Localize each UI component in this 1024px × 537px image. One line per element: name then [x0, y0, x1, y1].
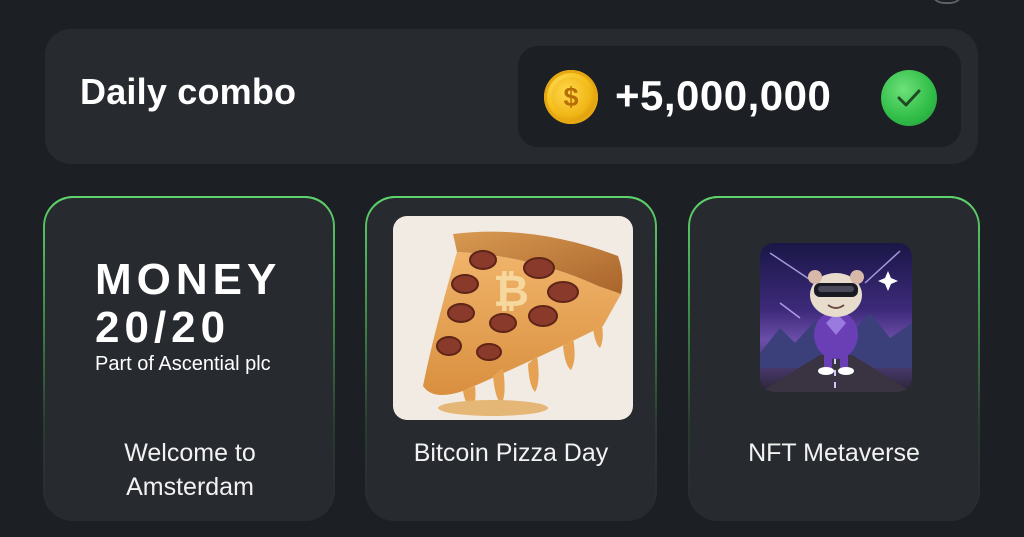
combo-card-money2020[interactable]: MONEY 20/20 Part of Ascential plc Welcom… — [43, 196, 335, 521]
daily-combo-bar: Daily combo $ +5,000,000 — [45, 29, 978, 164]
reward-box: $ +5,000,000 — [518, 46, 961, 147]
partial-top-icon — [930, 0, 964, 4]
svg-text:₿: ₿ — [493, 267, 529, 316]
daily-combo-title: Daily combo — [80, 71, 297, 112]
reward-amount: +5,000,000 — [615, 72, 832, 119]
nft-hamster-image — [760, 243, 912, 392]
card-label: NFT Metaverse — [748, 439, 920, 467]
coin-icon: $ — [544, 70, 598, 124]
pizza-image: ₿ — [393, 216, 633, 420]
combo-card-nft-metaverse[interactable]: NFT Metaverse — [688, 196, 980, 521]
money2020-logo-subtitle: Part of Ascential plc — [95, 353, 271, 375]
page: Daily combo $ +5,000,000 MONEY 20/20 Par… — [0, 0, 1024, 537]
check-icon — [881, 70, 937, 126]
card-label: Bitcoin Pizza Day — [413, 439, 609, 467]
coin-symbol: $ — [551, 77, 591, 117]
money2020-logo-line2: 20/20 — [95, 303, 231, 352]
card-label: Welcome to Amsterdam — [124, 439, 256, 501]
money2020-logo-line1: MONEY — [95, 255, 282, 304]
combo-card-bitcoin-pizza-day[interactable]: ₿ Bitcoin Pizza Day — [365, 196, 657, 521]
